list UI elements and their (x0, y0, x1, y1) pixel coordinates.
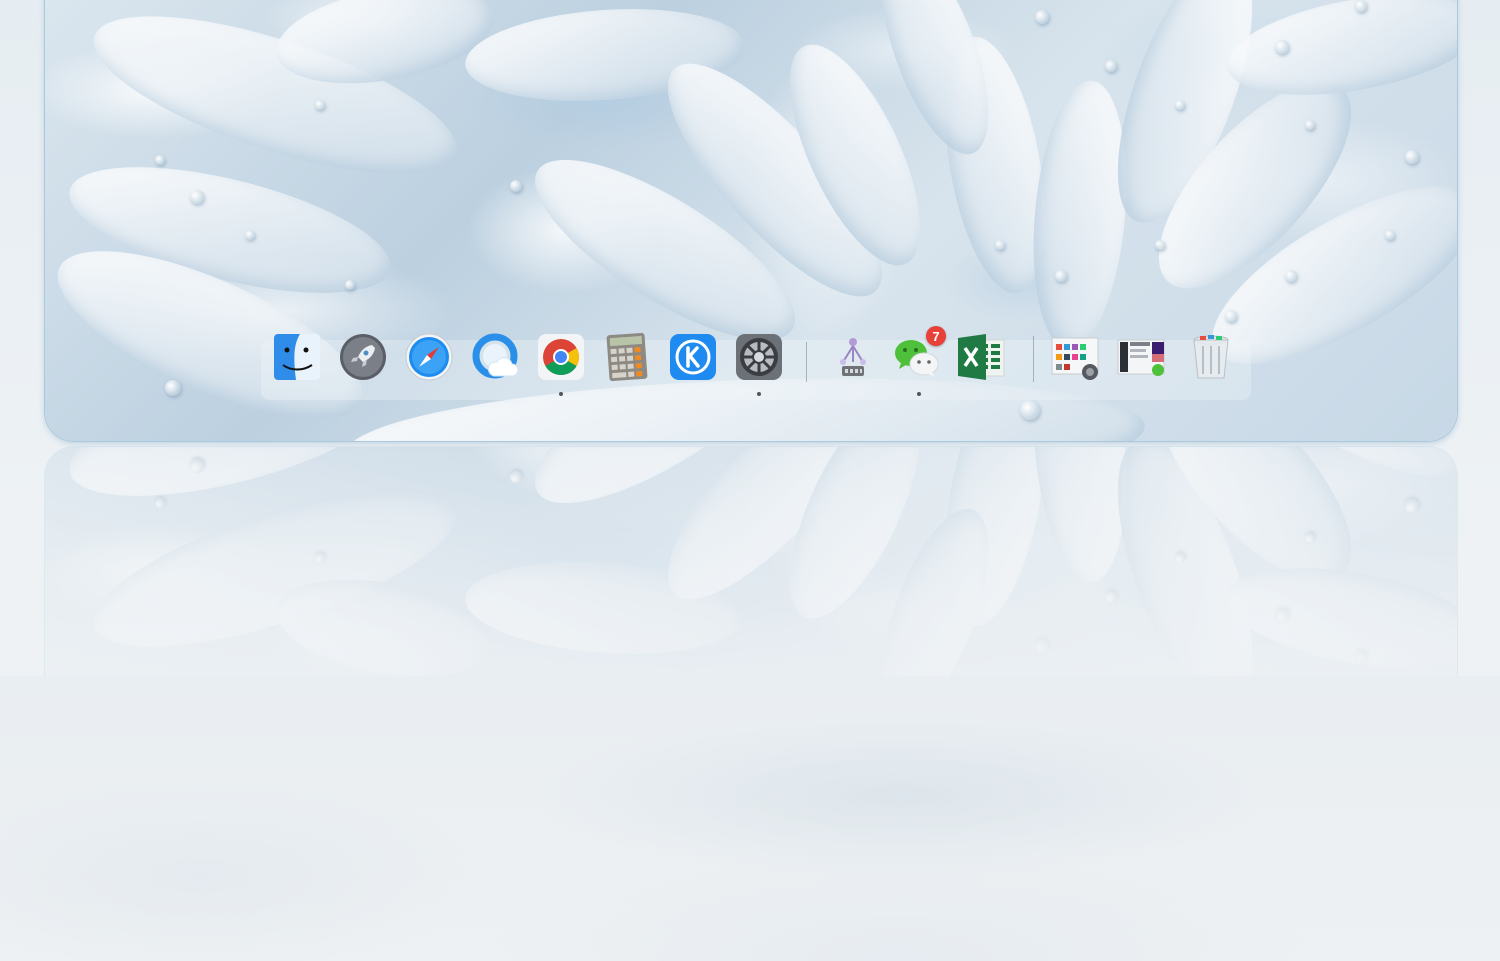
running-indicator-wechat (917, 392, 921, 396)
wechat-icon[interactable]: 7 (892, 326, 946, 382)
launchpad-icon[interactable] (338, 332, 388, 382)
finder-icon[interactable] (272, 332, 322, 382)
running-indicator-chrome (559, 392, 563, 396)
cloud-app-icon[interactable] (470, 332, 520, 382)
screenshot-stack-icon[interactable] (1116, 332, 1166, 382)
document-stack-icon[interactable] (1050, 332, 1100, 382)
network-utility-icon[interactable] (828, 332, 878, 382)
reflective-floor (0, 676, 1500, 961)
chrome-icon[interactable] (536, 332, 586, 382)
screen-reflection: 7 (44, 446, 1458, 677)
excel-icon[interactable] (956, 332, 1006, 382)
kugou-music-icon[interactable] (668, 332, 718, 382)
wechat-notification-badge: 7 (926, 326, 946, 346)
system-preferences-icon[interactable] (734, 332, 784, 382)
calculator-icon[interactable] (602, 332, 652, 382)
running-indicator-system-preferences (757, 392, 761, 396)
dock-separator (806, 342, 807, 382)
dock-separator (1033, 336, 1034, 382)
safari-icon[interactable] (404, 332, 454, 382)
trash-icon[interactable] (1186, 332, 1236, 382)
